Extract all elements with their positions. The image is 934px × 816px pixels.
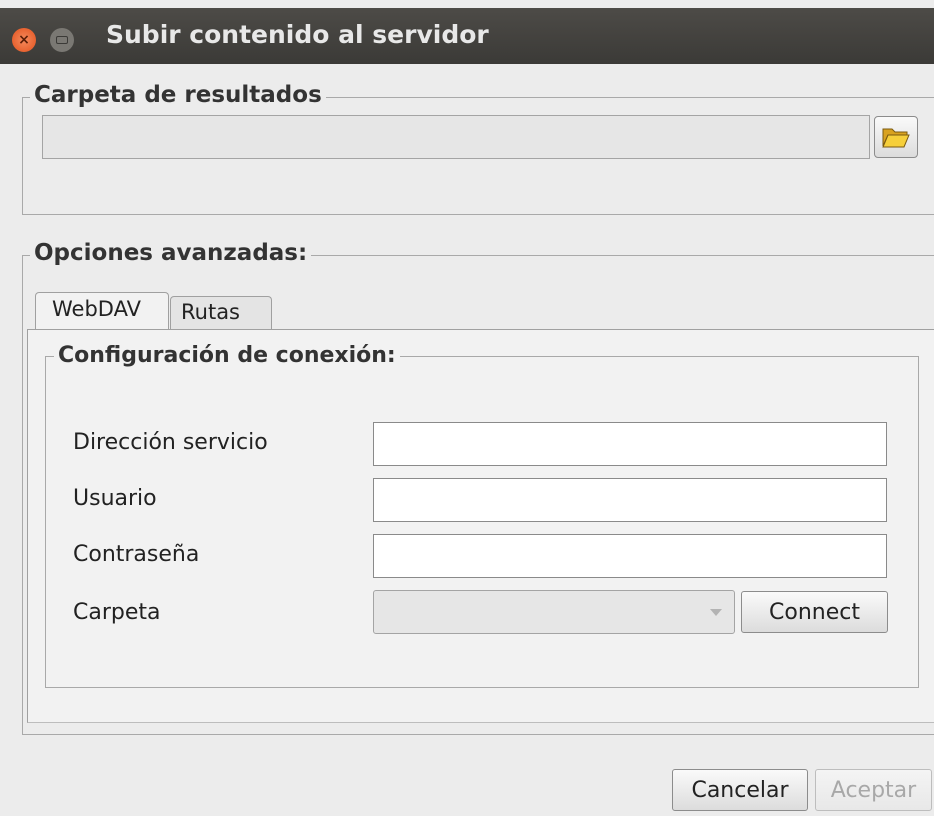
- advanced-options-legend: Opciones avanzadas:: [30, 240, 312, 266]
- connection-config-legend: Configuración de conexión:: [54, 343, 400, 368]
- results-folder-legend: Carpeta de resultados: [30, 82, 326, 108]
- user-label: Usuario: [73, 486, 157, 511]
- cancel-button[interactable]: Cancelar: [672, 769, 808, 811]
- folder-select[interactable]: [373, 590, 735, 634]
- password-input[interactable]: [373, 534, 887, 578]
- folder-label: Carpeta: [73, 600, 161, 625]
- accept-button[interactable]: Aceptar: [815, 769, 932, 811]
- window-titlebar: × Subir contenido al servidor: [0, 8, 934, 64]
- close-icon: ×: [18, 32, 30, 48]
- browse-folder-button[interactable]: [874, 116, 918, 158]
- minimize-window-button[interactable]: [50, 28, 74, 52]
- results-folder-path-field[interactable]: [42, 115, 870, 159]
- folder-open-icon: [882, 128, 910, 148]
- window-title: Subir contenido al servidor: [106, 20, 489, 49]
- tab-rutas[interactable]: Rutas: [170, 296, 272, 330]
- chevron-down-icon: [710, 609, 722, 616]
- close-window-button[interactable]: ×: [12, 28, 36, 52]
- password-label: Contraseña: [73, 542, 200, 567]
- tab-webdav[interactable]: WebDAV: [35, 292, 169, 330]
- connect-button[interactable]: Connect: [741, 591, 888, 633]
- service-address-input[interactable]: [373, 422, 887, 466]
- user-input[interactable]: [373, 478, 887, 522]
- service-address-label: Dirección servicio: [73, 430, 268, 455]
- connection-config-group: [45, 356, 919, 688]
